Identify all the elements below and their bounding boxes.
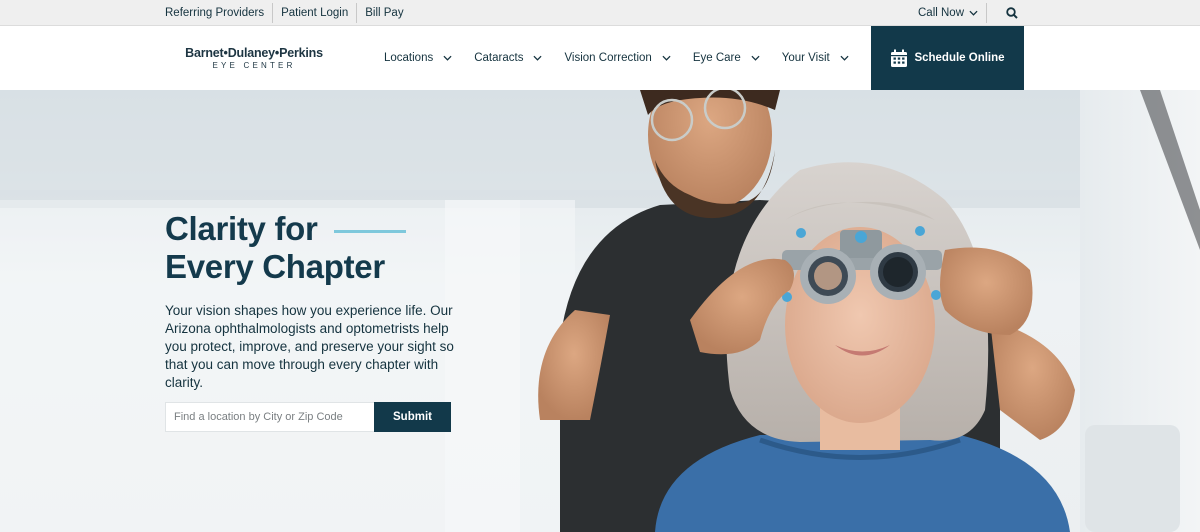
call-now-label: Call Now <box>918 7 965 19</box>
schedule-online-label: Schedule Online <box>914 52 1005 64</box>
schedule-online-button[interactable]: Schedule Online <box>871 26 1024 90</box>
accent-rule <box>333 229 406 233</box>
nav-item-label: Eye Care <box>692 52 741 64</box>
hero-section: Clarity for Every Chapter Your vision sh… <box>0 90 1200 532</box>
referring-providers-link[interactable]: Referring Providers <box>157 0 272 26</box>
search-button[interactable] <box>995 0 1029 26</box>
hero-headline: Clarity for Every Chapter <box>165 210 465 286</box>
location-search-input[interactable] <box>165 402 374 432</box>
hero-content: Clarity for Every Chapter Your vision sh… <box>165 210 465 392</box>
nav-item-cataracts[interactable]: Cataracts <box>474 52 542 64</box>
chevron-down-icon <box>443 55 452 61</box>
nav-menu: Locations Cataracts Vision Correction Ey… <box>384 26 849 90</box>
background-shape <box>0 90 1200 190</box>
calendar-icon <box>891 49 908 67</box>
location-search-form: Submit <box>165 402 451 432</box>
background-shape <box>1085 425 1180 532</box>
nav-item-your-visit[interactable]: Your Visit <box>782 52 849 64</box>
headline-line-2: Every Chapter <box>165 248 385 285</box>
nav-item-locations[interactable]: Locations <box>384 52 452 64</box>
nav-item-label: Your Visit <box>781 52 830 64</box>
call-now-dropdown[interactable]: Call Now <box>910 7 986 19</box>
logo[interactable]: Barnet•Dulaney•Perkins EYE CENTER <box>180 46 328 70</box>
chevron-down-icon <box>969 10 978 16</box>
submit-button[interactable]: Submit <box>374 402 451 432</box>
hero-description: Your vision shapes how you experience li… <box>165 303 454 390</box>
main-nav: Barnet•Dulaney•Perkins EYE CENTER Locati… <box>0 26 1200 90</box>
patient-login-link[interactable]: Patient Login <box>273 0 356 26</box>
optometrist-figure <box>990 320 1075 440</box>
chevron-down-icon <box>533 55 542 61</box>
nav-item-label: Locations <box>384 52 434 64</box>
logo-subtitle: EYE CENTER <box>212 61 296 70</box>
headline-text-1: Clarity for <box>165 210 318 247</box>
chevron-down-icon <box>662 55 671 61</box>
nav-item-eye-care[interactable]: Eye Care <box>693 52 760 64</box>
nav-item-vision-correction[interactable]: Vision Correction <box>564 52 671 64</box>
utility-right: Call Now <box>910 0 1029 26</box>
headline-line-1: Clarity for <box>165 210 465 248</box>
nav-item-label: Cataracts <box>474 52 524 64</box>
utility-links: Referring Providers Patient Login Bill P… <box>157 0 412 26</box>
nav-item-label: Vision Correction <box>564 52 652 64</box>
utility-bar: Referring Providers Patient Login Bill P… <box>0 0 1200 26</box>
search-icon <box>1006 7 1018 19</box>
chevron-down-icon <box>751 55 760 61</box>
logo-name: Barnet•Dulaney•Perkins <box>185 46 323 60</box>
bill-pay-link[interactable]: Bill Pay <box>357 0 411 26</box>
chevron-down-icon <box>840 55 849 61</box>
divider <box>986 3 988 23</box>
